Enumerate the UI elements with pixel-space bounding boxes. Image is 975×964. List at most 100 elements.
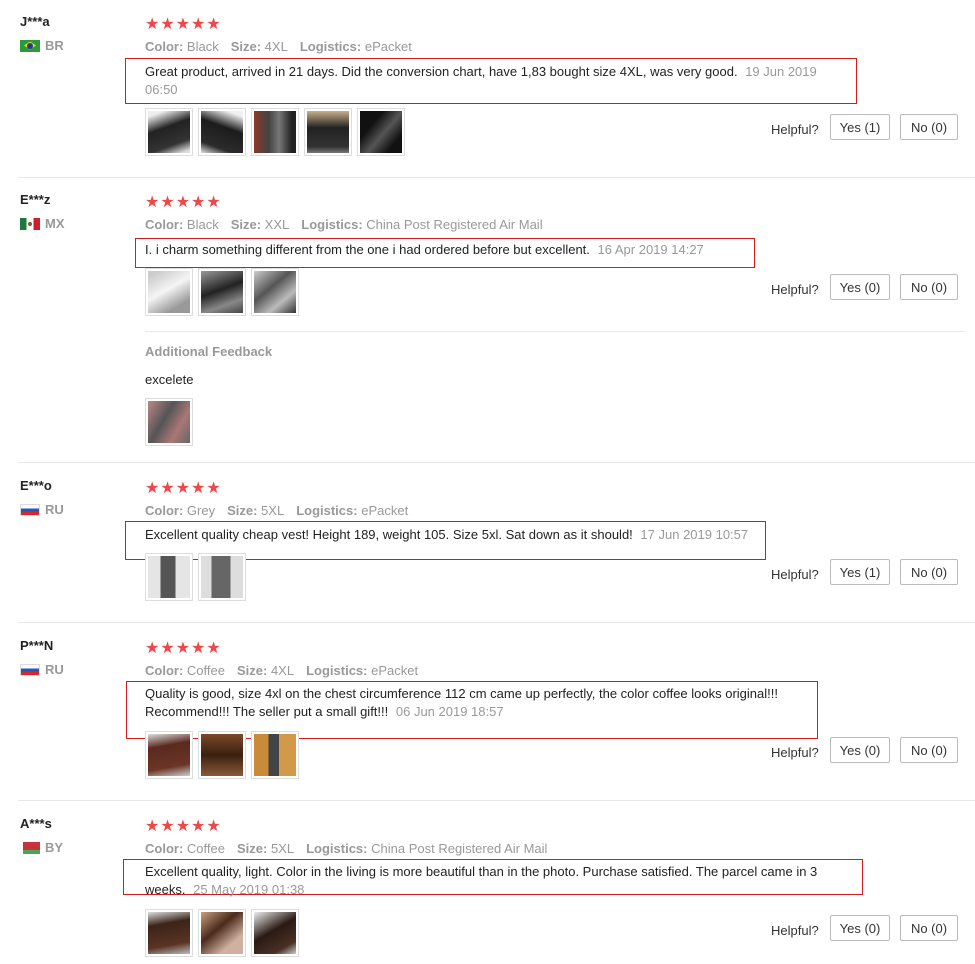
review-body: Excellent quality cheap vest! Height 189…: [145, 527, 633, 542]
logistics-value: China Post Registered Air Mail: [371, 841, 548, 856]
review-date: 17 Jun 2019 10:57: [640, 527, 749, 542]
review-photo[interactable]: [145, 268, 193, 316]
helpful-label: Helpful?: [771, 122, 819, 137]
size-label: Size:: [236, 663, 268, 678]
logistics-label: Logistics:: [299, 39, 362, 54]
helpful-no-button[interactable]: No (0): [900, 559, 958, 585]
helpful-yes-button[interactable]: Yes (0): [830, 737, 890, 763]
helpful-yes-button[interactable]: Yes (0): [830, 274, 890, 300]
reviewer-country: RU: [20, 502, 64, 517]
country-code: BY: [45, 840, 64, 855]
logistics-value: ePacket: [364, 39, 412, 54]
logistics-value: ePacket: [361, 503, 409, 518]
color-label: Color:: [145, 663, 184, 678]
country-code: RU: [45, 662, 64, 677]
review-photo[interactable]: [198, 731, 246, 779]
color-label: Color:: [145, 503, 184, 518]
reviewer-name: A***s: [20, 816, 52, 831]
review-item: A***s BY ★★★★★ Color: Coffee Size: 5XL Log…: [0, 816, 965, 964]
mexico-flag-icon: [20, 217, 40, 230]
reviewer-country: MX: [20, 216, 65, 231]
review-photo[interactable]: [251, 909, 299, 957]
helpful-no-button[interactable]: No (0): [900, 737, 958, 763]
logistics-value: ePacket: [371, 663, 419, 678]
size-value: XXL: [264, 217, 290, 232]
helpful-no-button[interactable]: No (0): [900, 274, 958, 300]
size-value: 5XL: [270, 841, 295, 856]
order-info: Color: Black Size: 4XL Logistics: ePacket: [145, 39, 412, 54]
logistics-label: Logistics:: [306, 841, 368, 856]
color-value: Coffee: [186, 841, 225, 856]
review-date: 25 May 2019 01:38: [193, 882, 305, 897]
review-body: weeks.: [145, 882, 186, 897]
review-photo[interactable]: [304, 108, 352, 156]
belarus-flag-icon: [20, 841, 40, 854]
review-photo[interactable]: [145, 909, 193, 957]
color-label: Color:: [145, 217, 184, 232]
country-code: MX: [45, 216, 65, 231]
color-label: Color:: [145, 39, 184, 54]
size-value: 4XL: [264, 39, 288, 54]
review-text: Quality is good, size 4xl on the chest c…: [145, 685, 825, 721]
review-photo[interactable]: [145, 731, 193, 779]
review-body: I. i charm something different from the …: [145, 242, 590, 257]
country-code: BR: [45, 38, 64, 53]
divider: [145, 331, 965, 332]
logistics-label: Logistics:: [306, 663, 368, 678]
divider: [18, 462, 975, 463]
review-photo[interactable]: [198, 909, 246, 957]
review-photo[interactable]: [251, 268, 299, 316]
review-photo[interactable]: [251, 731, 299, 779]
review-photo[interactable]: [357, 108, 405, 156]
review-photo[interactable]: [198, 268, 246, 316]
color-value: Grey: [186, 503, 216, 518]
review-photos: [145, 268, 299, 316]
additional-photos: [145, 398, 193, 446]
review-text: Great product, arrived in 21 days. Did t…: [145, 63, 845, 99]
color-value: Coffee: [186, 663, 225, 678]
review-item: J***a BR ★★★★★ Color: Black Size: 4XL Logi…: [0, 14, 965, 174]
review-photo[interactable]: [145, 108, 193, 156]
logistics-label: Logistics:: [301, 217, 363, 232]
review-body: Quality is good, size 4xl on the chest c…: [145, 686, 778, 701]
review-photos: [145, 108, 405, 156]
helpful-label: Helpful?: [771, 923, 819, 938]
size-label: Size:: [230, 39, 262, 54]
review-body: Excellent quality, light. Color in the l…: [145, 864, 818, 879]
helpful-no-button[interactable]: No (0): [900, 114, 958, 140]
review-photo[interactable]: [198, 553, 246, 601]
divider: [18, 177, 975, 178]
logistics-label: Logistics:: [296, 503, 358, 518]
helpful-yes-button[interactable]: Yes (1): [830, 559, 890, 585]
review-text: I. i charm something different from the …: [145, 241, 765, 259]
review-photo[interactable]: [145, 553, 193, 601]
reviewer-name: E***z: [20, 192, 51, 207]
country-code: RU: [45, 502, 64, 517]
review-photos: [145, 909, 299, 957]
review-body: Great product, arrived in 21 days. Did t…: [145, 64, 738, 79]
review-photo[interactable]: [251, 108, 299, 156]
review-item: P***N RU ★★★★★ Color: Coffee Size: 4XL Log…: [0, 638, 965, 798]
helpful-label: Helpful?: [771, 282, 819, 297]
divider: [18, 800, 975, 801]
order-info: Color: Grey Size: 5XL Logistics: ePacket: [145, 503, 408, 518]
size-label: Size:: [236, 841, 268, 856]
helpful-yes-button[interactable]: Yes (1): [830, 114, 890, 140]
order-info: Color: Coffee Size: 5XL Logistics: China P…: [145, 841, 547, 856]
russia-flag-icon: [20, 503, 40, 516]
review-item: E***o RU ★★★★★ Color: Grey Size: 5XL Logis…: [0, 478, 965, 618]
size-label: Size:: [230, 217, 262, 232]
size-label: Size:: [227, 503, 258, 518]
helpful-label: Helpful?: [771, 567, 819, 582]
reviewer-country: RU: [20, 662, 64, 677]
star-rating: ★★★★★: [145, 818, 222, 835]
color-value: Black: [186, 217, 219, 232]
color-value: Black: [186, 39, 219, 54]
review-photo[interactable]: [198, 108, 246, 156]
review-body: Recommend!!! The seller put a small gift…: [145, 704, 389, 719]
helpful-no-button[interactable]: No (0): [900, 915, 958, 941]
review-photo[interactable]: [145, 398, 193, 446]
order-info: Color: Black Size: XXL Logistics: China Po…: [145, 217, 543, 232]
star-rating: ★★★★★: [145, 640, 222, 657]
helpful-yes-button[interactable]: Yes (0): [830, 915, 890, 941]
